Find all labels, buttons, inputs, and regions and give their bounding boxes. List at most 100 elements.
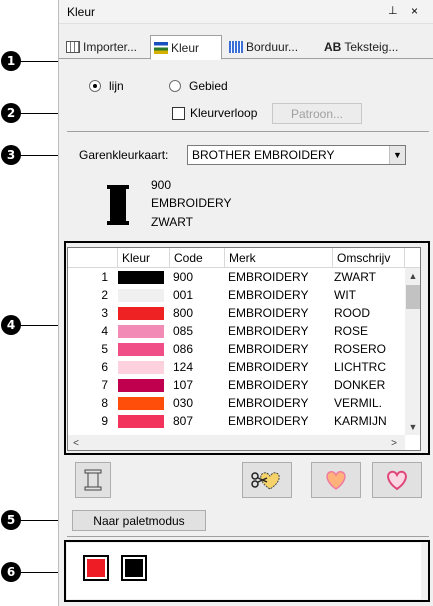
row-number: 1 [101,270,108,284]
table-row[interactable]: 7 107 EMBROIDERY DONKER [68,378,408,392]
thread-spool-button[interactable] [75,462,111,498]
tab-teksteig-label: Teksteig... [344,40,399,54]
table-row[interactable]: 4 085 EMBROIDERY ROSE [68,324,408,338]
row-omschrijving: ROSERO [334,342,387,356]
heart-orange-icon [326,471,346,490]
table-header-merk[interactable]: Merk [225,248,333,268]
pin-icon[interactable]: ⊥ [388,4,398,17]
table-row[interactable]: 1 900 EMBROIDERY ZWART [68,270,408,284]
row-merk: EMBROIDERY [228,378,309,392]
thread-table[interactable]: Kleur Code Merk Omschrijv 1 900 EMBROIDERY… [67,247,421,451]
table-horizontal-scrollbar[interactable]: < > [68,435,405,450]
row-merk: EMBROIDERY [228,360,309,374]
callout-4: 4 [1,315,21,335]
palette-swatch-black[interactable] [121,555,147,581]
table-header-kleur[interactable]: Kleur [118,248,170,268]
heart-fill-button[interactable] [311,462,361,498]
radio-lijn[interactable]: lijn [89,79,124,93]
row-omschrijving: ZWART [334,270,376,284]
table-row[interactable]: 8 030 EMBROIDERY VERMIL. [68,396,408,410]
scroll-right-icon[interactable]: > [386,435,402,450]
tab-kleur-label: Kleur [171,40,200,55]
row-omschrijving: ROSE [334,324,369,338]
row-number: 5 [101,342,108,356]
thread-chart-select[interactable]: BROTHER EMBROIDERY ▼ [187,145,406,165]
row-merk: EMBROIDERY [228,324,309,338]
cut-heart-button[interactable] [242,462,292,498]
table-header-code[interactable]: Code [170,248,225,268]
tab-teksteig[interactable]: AB Teksteig... [321,35,431,59]
table-row[interactable]: 3 800 EMBROIDERY ROOD [68,306,408,320]
palette-divider [67,536,429,537]
row-merk: EMBROIDERY [228,396,309,410]
row-number: 8 [101,396,108,410]
radio-gebied[interactable]: Gebied [169,79,228,93]
row-color-swatch [118,343,164,356]
row-color-swatch [118,325,164,338]
tab-importer[interactable]: Importer... [63,35,149,59]
radio-gebied-dot[interactable] [169,80,181,92]
table-row[interactable]: 2 001 EMBROIDERY WIT [68,288,408,302]
row-number: 3 [101,306,108,320]
scroll-down-icon[interactable]: ▼ [405,419,420,435]
row-number: 7 [101,378,108,392]
tab-strip: Importer... Kleur Borduur... AB Teksteig… [59,35,433,60]
pattern-button[interactable]: Patroon... [272,103,362,124]
table-header: Kleur Code Merk Omschrijv [68,248,420,268]
radio-lijn-dot[interactable] [89,80,101,92]
callout-2: 2 [1,103,21,123]
row-code: 800 [173,306,194,320]
table-header-num[interactable] [68,248,118,268]
gradient-checkbox[interactable] [172,107,185,120]
embroidery-icon [229,41,243,53]
row-code: 001 [173,288,194,302]
row-color-swatch [118,379,164,392]
callout-1: 1 [1,51,21,71]
row-color-swatch [118,361,164,374]
text-ab-icon: AB [324,40,342,54]
scroll-thumb[interactable] [406,285,420,309]
current-thread-code: 900 [151,178,172,192]
scissors-heart-icon [251,472,280,490]
row-color-swatch [118,289,164,302]
row-color-swatch [118,307,164,320]
row-code: 107 [173,378,194,392]
heart-outline-button[interactable] [372,462,422,498]
row-number: 2 [101,288,108,302]
table-vertical-scrollbar[interactable]: ▲ ▼ [405,268,420,435]
palette-swatch-red[interactable] [83,555,109,581]
row-merk: EMBROIDERY [228,306,309,320]
scroll-left-icon[interactable]: < [68,435,84,450]
thread-spool-icon [107,185,129,225]
tab-kleur[interactable]: Kleur [150,35,222,60]
swatch-fill [87,559,105,577]
row-color-swatch [118,397,164,410]
row-code: 086 [173,342,194,356]
swatch-fill [125,559,143,577]
color-panel: Kleur ⊥ × Importer... Kleur Borduur... A… [58,0,433,606]
radio-lijn-label: lijn [109,79,124,93]
row-code: 900 [173,270,194,284]
gradient-label: Kleurverloop [190,106,258,120]
color-icon [154,41,168,54]
row-omschrijving: KARMIJN [334,414,387,428]
row-omschrijving: LICHTRC [334,360,387,374]
tab-importer-label: Importer... [83,40,138,54]
table-row[interactable]: 6 124 EMBROIDERY LICHTRC [68,360,408,374]
scroll-up-icon[interactable]: ▲ [405,268,420,284]
row-omschrijving: VERMIL. [334,396,383,410]
tab-borduur[interactable]: Borduur... [226,35,316,59]
row-merk: EMBROIDERY [228,414,309,428]
callout-3: 3 [1,145,21,165]
radio-gebied-label: Gebied [189,79,228,93]
row-code: 085 [173,324,194,338]
close-icon[interactable]: × [411,4,418,18]
heart-pink-icon [387,470,407,491]
table-header-omschrijving[interactable]: Omschrijv [333,248,405,268]
table-row[interactable]: 5 086 EMBROIDERY ROSERO [68,342,408,356]
callout-6: 6 [1,562,21,582]
palette-mode-button[interactable]: Naar paletmodus [72,510,206,531]
chevron-down-icon[interactable]: ▼ [389,146,405,164]
table-row[interactable]: 9 807 EMBROIDERY KARMIJN [68,414,408,428]
panel-titlebar: Kleur ⊥ × [59,0,433,24]
